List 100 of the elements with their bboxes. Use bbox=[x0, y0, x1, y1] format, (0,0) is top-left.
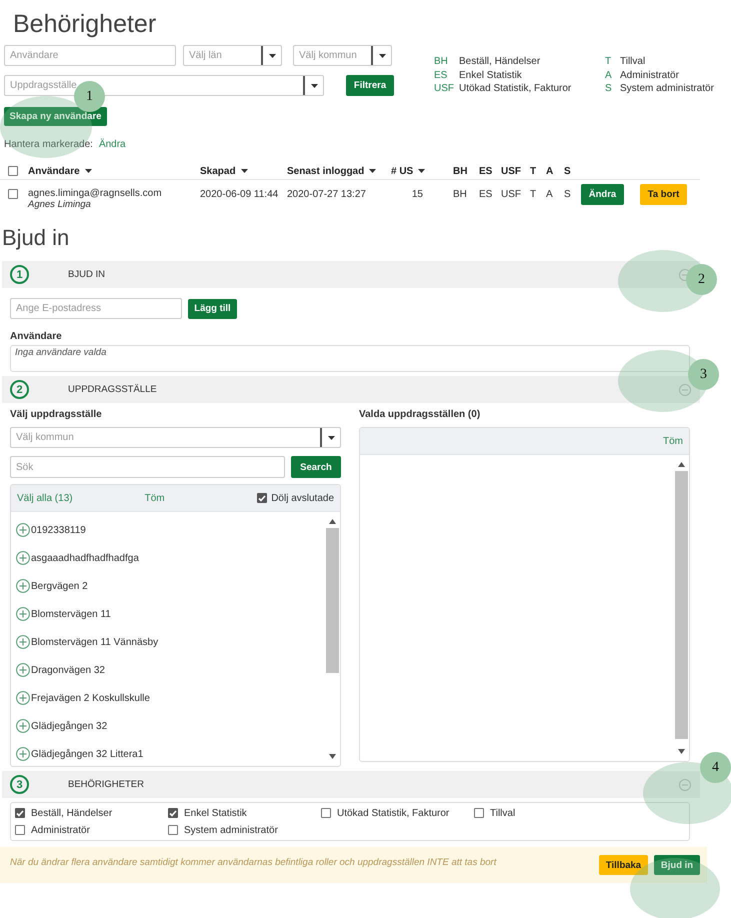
callout-marker: 3 bbox=[688, 359, 719, 390]
user-email: agnes.liminga@ragnsells.com bbox=[28, 188, 163, 198]
legend-label: Enkel Statistik bbox=[459, 70, 523, 82]
scroll-down-icon[interactable] bbox=[328, 754, 336, 759]
column-header[interactable]: Skapad bbox=[200, 166, 287, 176]
section-header[interactable]: 3 BEHÖRIGHETER bbox=[2, 771, 700, 798]
clear-link[interactable]: Töm bbox=[144, 492, 258, 504]
permission-option[interactable]: Beställ, Händelser bbox=[15, 807, 168, 819]
user-field[interactable]: Användare bbox=[4, 45, 176, 66]
list-item[interactable]: Glädjegången 32 bbox=[16, 712, 325, 740]
search-field[interactable]: Sök bbox=[10, 456, 285, 478]
table-cell-text: S bbox=[564, 188, 572, 200]
field-label: Välj uppdragsställe bbox=[10, 408, 103, 421]
checkbox[interactable] bbox=[168, 825, 178, 835]
delete-button[interactable]: Ta bort bbox=[640, 184, 687, 204]
legend-label: Beställ, Händelser bbox=[459, 56, 542, 69]
user-name: Agnes Liminga bbox=[28, 198, 92, 210]
permission-option[interactable]: Enkel Statistik bbox=[168, 807, 321, 819]
plus-icon bbox=[16, 747, 30, 761]
table-cell-text: 2020-06-09 11:44 bbox=[200, 188, 280, 200]
legend-code: BH bbox=[434, 56, 449, 69]
list-item[interactable]: Blomstervägen 11 Vännäsby bbox=[16, 628, 325, 656]
column-header[interactable]: Senast inloggad bbox=[287, 166, 391, 176]
scroll-up-icon[interactable] bbox=[678, 462, 684, 467]
step-number: 2 bbox=[10, 380, 29, 399]
permission-option[interactable]: Utökad Statistik, Fakturor bbox=[321, 807, 474, 819]
empty-message: Inga användare valda bbox=[15, 347, 106, 358]
list-item[interactable]: Bergvägen 2 bbox=[16, 572, 325, 600]
callout-marker: 2 bbox=[686, 264, 717, 295]
filter-button[interactable]: Filtrera bbox=[346, 75, 394, 96]
permission-option[interactable]: Tillval bbox=[474, 807, 685, 819]
checkbox[interactable] bbox=[168, 808, 178, 818]
column-header: BH bbox=[453, 166, 468, 176]
hide-finished-toggle[interactable]: Dölj avslutade bbox=[257, 492, 334, 504]
sort-icon bbox=[418, 169, 426, 173]
field-label: Valda uppdragsställen (0) bbox=[359, 408, 482, 421]
step-number: 1 bbox=[10, 265, 29, 284]
permission-option[interactable]: Administratör bbox=[15, 824, 168, 836]
table-cell-text: ES bbox=[479, 188, 494, 200]
list-item[interactable]: Blomstervägen 11 bbox=[16, 600, 325, 628]
column-header: S bbox=[564, 166, 572, 176]
checkbox[interactable] bbox=[8, 166, 18, 176]
bulk-label: Hantera markerade: bbox=[4, 139, 93, 151]
checkbox[interactable] bbox=[15, 825, 25, 835]
section-header[interactable]: 2 UPPDRAGSSTÄLLE bbox=[2, 376, 700, 403]
column-header[interactable]: Användare bbox=[28, 166, 200, 176]
column-header: T bbox=[530, 166, 538, 176]
checkbox[interactable] bbox=[474, 808, 484, 818]
add-button[interactable]: Lägg till bbox=[188, 298, 237, 318]
column-header: ES bbox=[479, 166, 494, 176]
list-item[interactable]: 0192338119 bbox=[16, 516, 325, 544]
check-icon bbox=[169, 810, 177, 816]
plus-icon bbox=[16, 579, 30, 593]
legend-code: A bbox=[605, 70, 613, 82]
list-item[interactable]: Dragonvägen 32 bbox=[16, 656, 325, 684]
legend-code: USF bbox=[434, 83, 455, 96]
table-cell-text: BH bbox=[453, 188, 468, 200]
table-cell-text: A bbox=[546, 188, 554, 200]
select-all-link[interactable]: Välj alla (13) bbox=[17, 492, 73, 504]
legend-code: T bbox=[605, 56, 612, 69]
column-header: USF bbox=[501, 166, 522, 176]
caret-icon bbox=[378, 54, 386, 58]
list-item[interactable]: Frejavägen 2 Koskullskulle bbox=[16, 684, 325, 712]
plus-icon bbox=[16, 635, 30, 649]
section-header[interactable]: 1 BJUD IN bbox=[2, 261, 700, 288]
check-icon bbox=[16, 810, 24, 816]
clear-link[interactable]: Töm bbox=[663, 436, 683, 446]
list-item[interactable]: Glädjegången 32 Littera1 bbox=[16, 740, 325, 766]
checkbox[interactable] bbox=[8, 189, 18, 199]
section-heading: BEHÖRIGHETER bbox=[68, 779, 146, 790]
search-button[interactable]: Search bbox=[291, 456, 341, 478]
back-button[interactable]: Tillbaka bbox=[599, 855, 648, 875]
sort-icon bbox=[84, 169, 92, 173]
checkbox[interactable] bbox=[15, 808, 25, 818]
table-cell-text: T bbox=[530, 188, 538, 200]
edit-link[interactable]: Ändra bbox=[98, 139, 126, 151]
legend-label: Tillval bbox=[620, 56, 646, 69]
checkbox[interactable] bbox=[257, 493, 268, 503]
plus-icon bbox=[16, 691, 30, 705]
plus-icon bbox=[16, 551, 30, 565]
legend-label: Administratör bbox=[620, 70, 680, 82]
legend-label: Utökad Statistik, Fakturor bbox=[459, 83, 572, 96]
sort-icon bbox=[369, 169, 376, 173]
permission-option[interactable]: System administratör bbox=[168, 824, 321, 836]
step-number: 3 bbox=[10, 775, 29, 794]
plus-icon bbox=[16, 523, 30, 537]
scroll-down-icon[interactable] bbox=[678, 749, 684, 754]
checkbox[interactable] bbox=[321, 808, 331, 818]
table-cell-text: 15 bbox=[410, 188, 424, 200]
caret-icon bbox=[310, 84, 318, 88]
notice-text: När du ändrar flera användare samtidigt kommer användarnas befintliga roller och uppdragsställen INTE att tas bort bbox=[10, 856, 498, 868]
page-title: Behörigheter bbox=[12, 9, 158, 40]
column-header[interactable]: # US bbox=[391, 166, 453, 176]
plus-icon bbox=[16, 719, 30, 733]
plus-icon bbox=[16, 607, 30, 621]
scroll-up-icon[interactable] bbox=[328, 519, 336, 524]
list-item[interactable]: asgaaadhadfhadfhadfga bbox=[16, 544, 325, 572]
field-label: Användare bbox=[10, 330, 63, 343]
email-field[interactable]: Ange E-postadress bbox=[10, 298, 182, 319]
edit-button[interactable]: Ändra bbox=[581, 184, 624, 204]
